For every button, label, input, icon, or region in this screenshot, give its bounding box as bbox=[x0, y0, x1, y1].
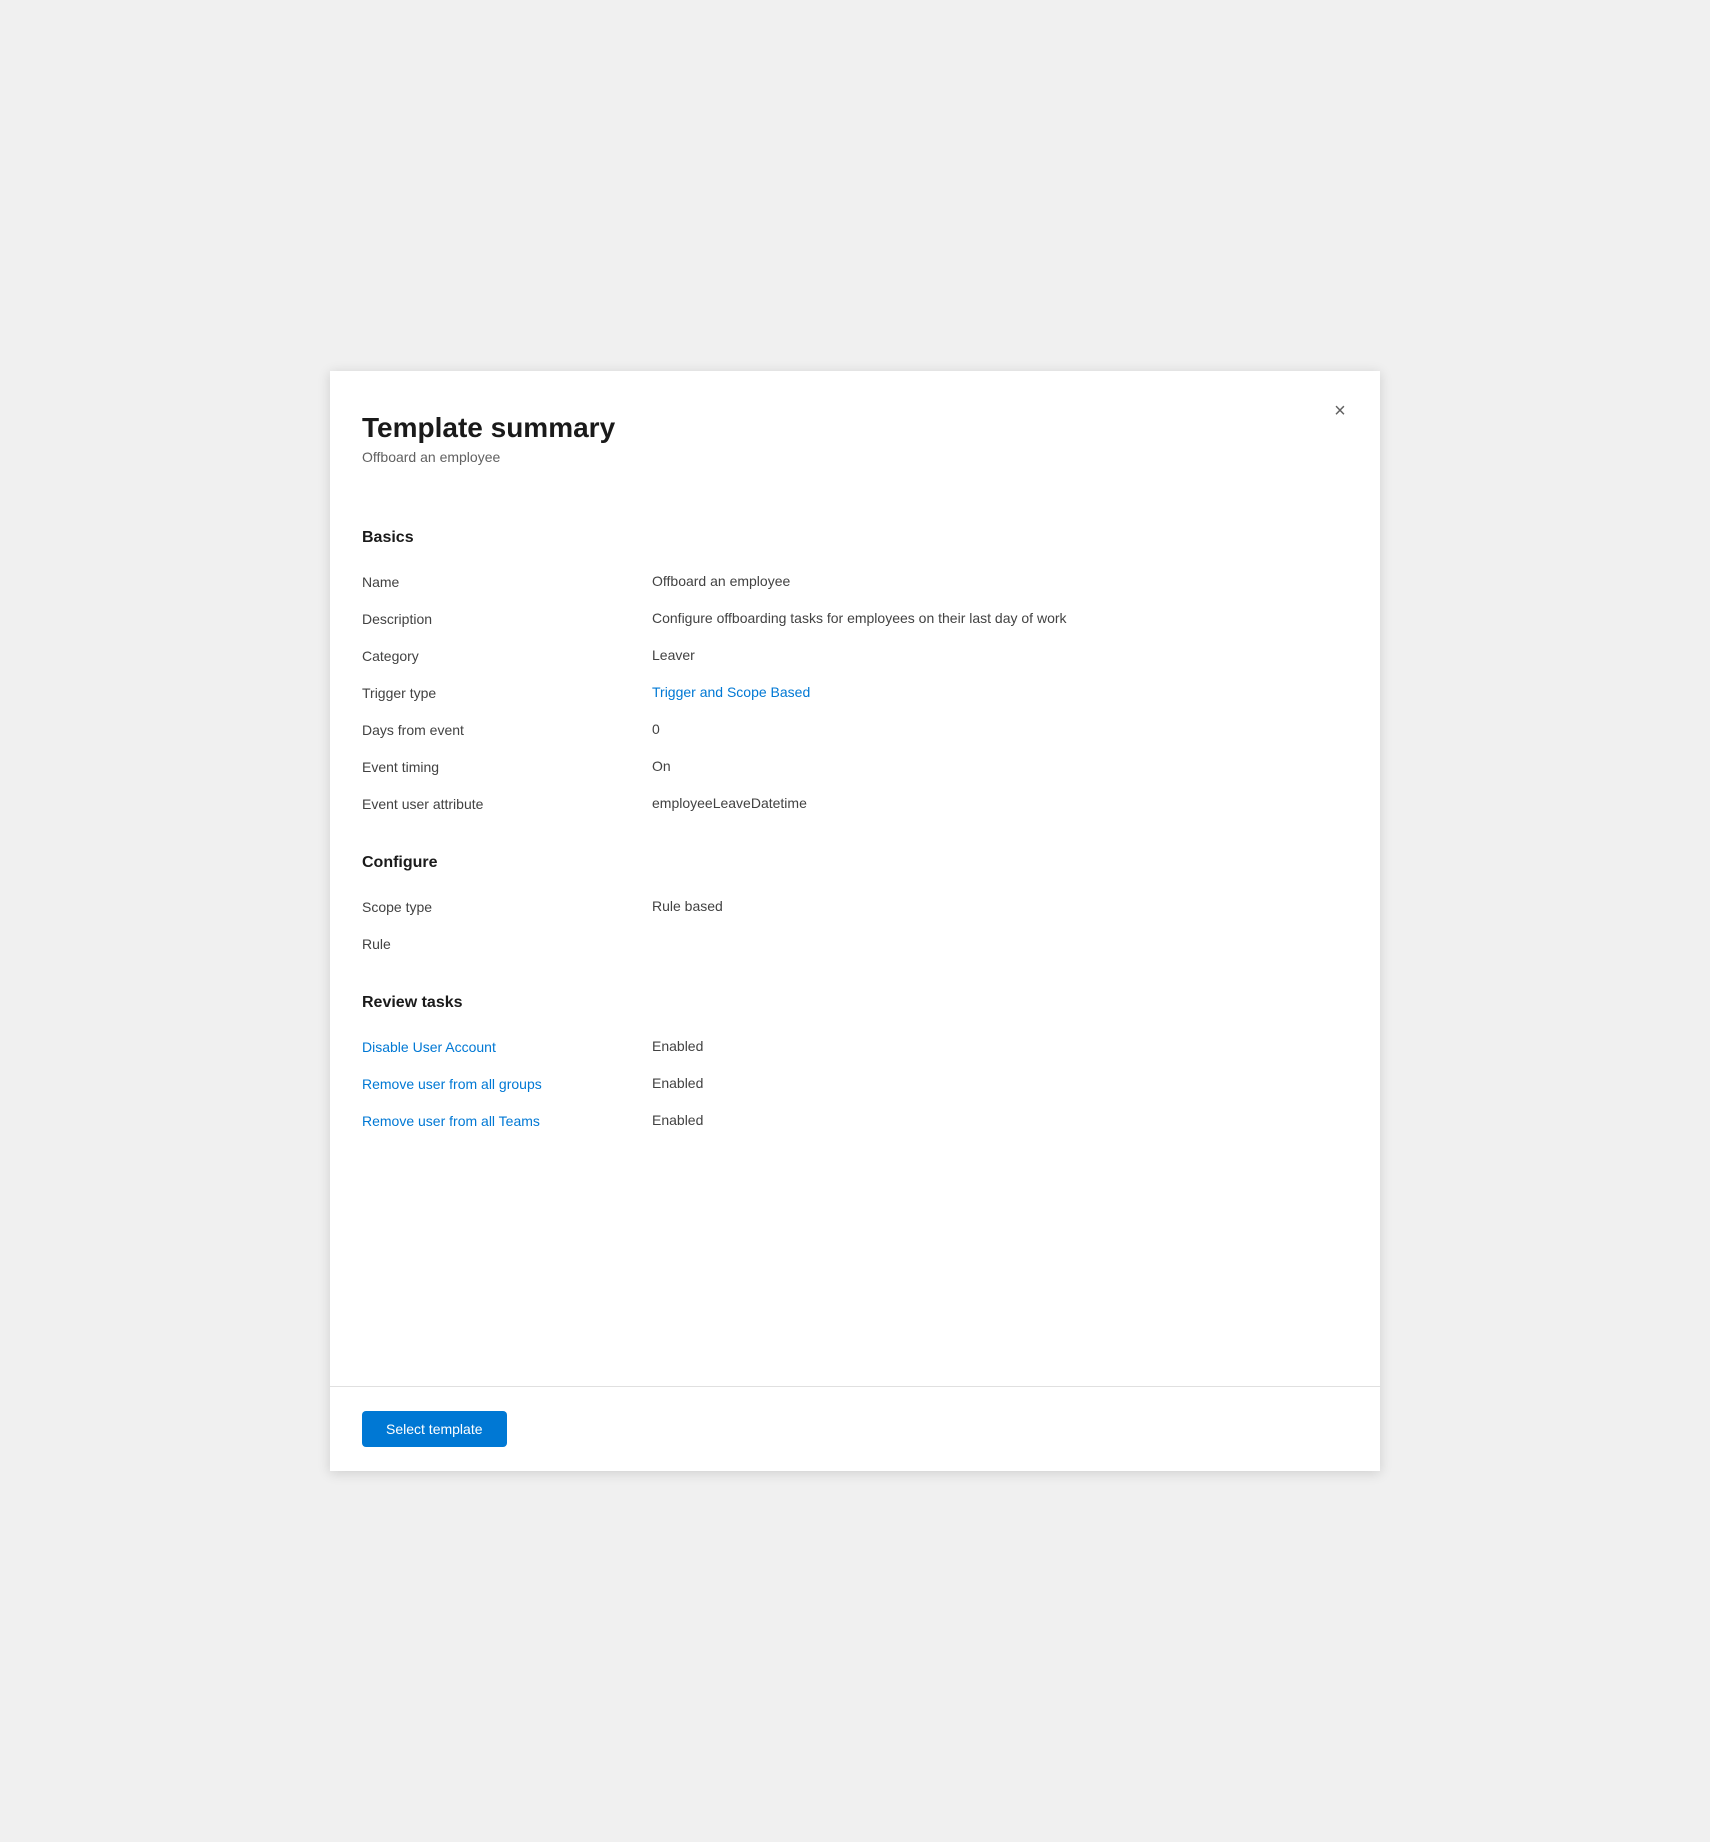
field-value-name: Offboard an employee bbox=[652, 573, 1332, 589]
select-template-button[interactable]: Select template bbox=[362, 1411, 507, 1447]
panel-header: Template summary Offboard an employee bbox=[362, 411, 1332, 465]
field-value-remove-from-teams: Enabled bbox=[652, 1112, 1332, 1128]
review-tasks-section: Review tasks Disable User Account Enable… bbox=[362, 962, 1332, 1139]
field-row-rule: Rule bbox=[362, 925, 1332, 962]
field-value-event-timing: On bbox=[652, 758, 1332, 774]
field-row-remove-from-groups: Remove user from all groups Enabled bbox=[362, 1065, 1332, 1102]
field-label-event-timing: Event timing bbox=[362, 758, 652, 775]
field-value-trigger-type: Trigger and Scope Based bbox=[652, 684, 1332, 700]
basics-section: Basics Name Offboard an employee Descrip… bbox=[362, 497, 1332, 822]
panel-footer: Select template bbox=[330, 1386, 1380, 1471]
field-row-remove-from-teams: Remove user from all Teams Enabled bbox=[362, 1102, 1332, 1139]
review-tasks-section-title: Review tasks bbox=[362, 994, 1332, 1012]
field-label-disable-user-account: Disable User Account bbox=[362, 1038, 652, 1055]
panel-subtitle: Offboard an employee bbox=[362, 449, 1332, 465]
field-row-scope-type: Scope type Rule based bbox=[362, 888, 1332, 925]
field-label-description: Description bbox=[362, 610, 652, 627]
field-value-event-user-attribute: employeeLeaveDatetime bbox=[652, 795, 1332, 811]
field-label-trigger-type: Trigger type bbox=[362, 684, 652, 701]
panel-title: Template summary bbox=[362, 411, 1332, 445]
field-label-remove-from-groups: Remove user from all groups bbox=[362, 1075, 652, 1092]
template-summary-panel: × Template summary Offboard an employee … bbox=[330, 371, 1380, 1471]
field-row-description: Description Configure offboarding tasks … bbox=[362, 600, 1332, 637]
field-value-description: Configure offboarding tasks for employee… bbox=[652, 610, 1332, 626]
field-label-scope-type: Scope type bbox=[362, 898, 652, 915]
configure-section-title: Configure bbox=[362, 854, 1332, 872]
field-value-days-from-event: 0 bbox=[652, 721, 1332, 737]
field-label-days-from-event: Days from event bbox=[362, 721, 652, 738]
field-row-days-from-event: Days from event 0 bbox=[362, 711, 1332, 748]
field-row-name: Name Offboard an employee bbox=[362, 563, 1332, 600]
field-value-disable-user-account: Enabled bbox=[652, 1038, 1332, 1054]
field-value-category: Leaver bbox=[652, 647, 1332, 663]
close-icon: × bbox=[1334, 400, 1346, 423]
field-row-event-timing: Event timing On bbox=[362, 748, 1332, 785]
field-row-disable-user-account: Disable User Account Enabled bbox=[362, 1028, 1332, 1065]
basics-section-title: Basics bbox=[362, 529, 1332, 547]
field-row-trigger-type: Trigger type Trigger and Scope Based bbox=[362, 674, 1332, 711]
field-label-event-user-attribute: Event user attribute bbox=[362, 795, 652, 812]
field-label-name: Name bbox=[362, 573, 652, 590]
field-value-remove-from-groups: Enabled bbox=[652, 1075, 1332, 1091]
field-row-category: Category Leaver bbox=[362, 637, 1332, 674]
field-label-remove-from-teams: Remove user from all Teams bbox=[362, 1112, 652, 1129]
field-label-category: Category bbox=[362, 647, 652, 664]
field-value-scope-type: Rule based bbox=[652, 898, 1332, 914]
field-label-rule: Rule bbox=[362, 935, 652, 952]
close-button[interactable]: × bbox=[1324, 395, 1356, 427]
configure-section: Configure Scope type Rule based Rule bbox=[362, 822, 1332, 962]
field-row-event-user-attribute: Event user attribute employeeLeaveDateti… bbox=[362, 785, 1332, 822]
